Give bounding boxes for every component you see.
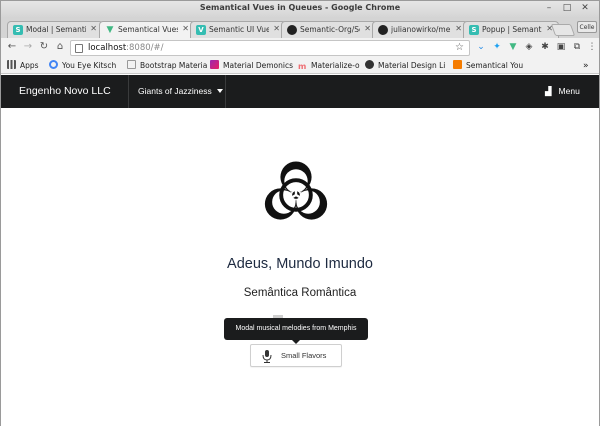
semantic-favicon-icon: S (469, 25, 479, 35)
page-info-icon[interactable] (75, 44, 83, 53)
popup-tooltip: Modal musical melodies from Memphis (224, 318, 368, 344)
bookmark-materialize[interactable]: m Materialize-o (298, 60, 360, 72)
tab-close-icon[interactable]: ✕ (90, 24, 97, 33)
tab-1[interactable]: ▼ Semantical Vues ✕ (99, 21, 195, 39)
title-bar: Semantical Vues in Queues - Google Chrom… (1, 1, 599, 18)
tab-label: Semantical Vues (118, 25, 178, 34)
vue-extension-icon[interactable]: ▼ (508, 42, 518, 52)
brand-link[interactable]: Engenho Novo LLC (19, 85, 111, 97)
microphone-icon (262, 350, 272, 363)
page-title: Adeus, Mundo Imundo (227, 256, 373, 272)
back-icon[interactable]: ← (6, 41, 18, 53)
maximize-icon[interactable]: □ (561, 3, 573, 13)
minimize-icon[interactable]: – (543, 3, 555, 13)
tab-2[interactable]: V Semantic UI Vue ✕ (190, 21, 286, 38)
vue-favicon-icon: V (196, 25, 206, 35)
orange-favicon-icon (453, 60, 462, 69)
tab-label: julianowirko/me (391, 25, 451, 34)
browser-window: Semantical Vues in Queues - Google Chrom… (0, 0, 600, 426)
new-tab-button[interactable] (550, 24, 576, 36)
tab-label: Modal | Semantic (26, 25, 86, 34)
navbar-divider (128, 75, 129, 108)
main-content: Adeus, Mundo Imundo Semântica Romântica … (1, 108, 599, 426)
bookmark-star-icon[interactable]: ☆ (455, 42, 464, 53)
puzzle-icon[interactable]: ✱ (540, 42, 550, 52)
tab-close-icon[interactable]: ✕ (455, 24, 462, 33)
apps-grid-icon (7, 60, 16, 69)
tab-close-icon[interactable]: ✕ (273, 24, 280, 33)
window-title: Semantical Vues in Queues - Google Chrom… (199, 3, 401, 12)
vue-favicon-icon: ▼ (106, 25, 114, 35)
button-label: Small Flavors (281, 351, 327, 360)
browser-toolbar: ← → ↻ ⌂ localhost:8080/#/ ☆ ⌄ ✦ ▼ ◈ ✱ ▣ … (1, 38, 599, 58)
bookmark-apps[interactable]: Apps (7, 60, 39, 72)
vue-devtools-icon[interactable]: ⌄ (476, 42, 486, 52)
github-favicon-icon (378, 25, 388, 35)
home-icon[interactable]: ⌂ (54, 41, 66, 53)
refresh-favicon-icon (49, 60, 58, 69)
extension-icon[interactable]: ◈ (524, 42, 534, 52)
tab-4[interactable]: julianowirko/me ✕ (372, 21, 468, 38)
bookmark-material-demonics[interactable]: Material Demonics (210, 60, 293, 72)
tab-label: Semantic-Org/Se (300, 25, 360, 34)
github-favicon-icon (287, 25, 297, 35)
semantic-favicon-icon: S (13, 25, 23, 35)
tab-label: Popup | Semantic (482, 25, 542, 34)
address-url[interactable]: localhost:8080/#/ (88, 43, 164, 53)
menu-button[interactable]: ▟ Menu (545, 86, 580, 97)
giants-dropdown[interactable]: Giants of Jazziness (138, 86, 223, 96)
profile-button[interactable]: Celle (577, 21, 597, 33)
reload-icon[interactable]: ↻ (38, 41, 50, 53)
twitter-icon[interactable]: ✦ (492, 42, 502, 52)
tab-3[interactable]: Semantic-Org/Se ✕ (281, 21, 377, 38)
page-subtitle: Semântica Romântica (243, 287, 357, 299)
biohazard-icon (264, 161, 328, 220)
copy-icon[interactable]: ⧉ (572, 42, 582, 52)
tab-5[interactable]: S Popup | Semantic ✕ (463, 21, 559, 38)
navbar-divider (225, 75, 226, 108)
small-flavors-button[interactable]: Small Flavors (250, 344, 342, 367)
caret-down-icon (216, 89, 223, 93)
github-favicon-icon (365, 60, 374, 69)
tab-label: Semantic UI Vue (209, 25, 269, 34)
app-navbar: Engenho Novo LLC Giants of Jazziness ▟ Me… (1, 75, 599, 108)
address-bar[interactable]: localhost:8080/#/ ☆ (70, 40, 470, 56)
tab-strip: S Modal | Semantic ✕ ▼ Semantical Vues ✕… (1, 18, 599, 39)
bookmark-bootstrap-materia[interactable]: Bootstrap Materia (127, 60, 207, 72)
forward-icon[interactable]: → (22, 41, 34, 53)
bookmarks-bar: Apps You Eye Kitsch Bootstrap Materia Ma… (1, 58, 599, 74)
screenshot-icon[interactable]: ▣ (556, 42, 566, 52)
bookmark-semantical-you[interactable]: Semantical You (453, 60, 523, 72)
close-icon[interactable]: ✕ (579, 3, 591, 13)
bookmark-you-eye-kitsch[interactable]: You Eye Kitsch (49, 60, 116, 72)
tab-close-icon[interactable]: ✕ (182, 24, 189, 33)
tab-0[interactable]: S Modal | Semantic ✕ (7, 21, 103, 38)
page-favicon-icon (127, 60, 136, 69)
chrome-menu-icon[interactable]: ⋮ (587, 42, 597, 52)
materialize-favicon-icon: m (298, 62, 307, 71)
material-favicon-icon (210, 60, 219, 69)
bookmark-material-design-li[interactable]: Material Design Li (365, 60, 445, 72)
tab-close-icon[interactable]: ✕ (364, 24, 371, 33)
bookmarks-overflow-icon[interactable]: » (583, 60, 589, 72)
sidebar-icon: ▟ (545, 86, 552, 96)
